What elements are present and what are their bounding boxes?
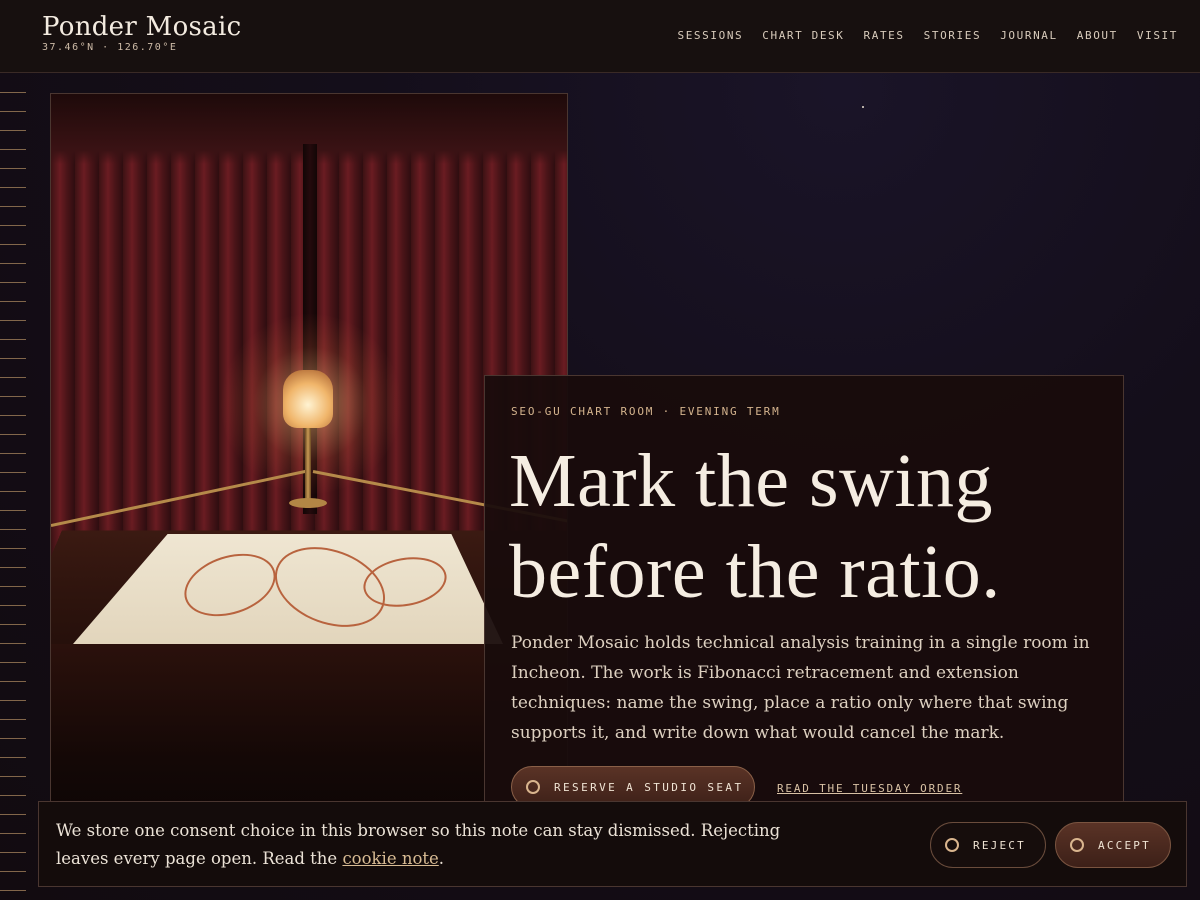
ruler-tick xyxy=(0,567,26,568)
brand-coordinates: 37.46°N · 126.70°E xyxy=(42,42,178,53)
ruler-tick xyxy=(0,358,26,359)
ruler-tick xyxy=(0,738,26,739)
ruler-tick xyxy=(0,757,26,758)
lamp-shade xyxy=(283,370,333,428)
ruler-tick xyxy=(0,814,26,815)
ruler-tick xyxy=(0,662,26,663)
ruler-tick xyxy=(0,320,26,321)
ring-icon xyxy=(945,838,959,852)
ruler-tick xyxy=(0,586,26,587)
ruler-tick xyxy=(0,111,26,112)
ruler-tick xyxy=(0,776,26,777)
accept-label: ACCEPT xyxy=(1098,838,1151,852)
ruler-tick xyxy=(0,472,26,473)
nav-rates[interactable]: RATES xyxy=(864,29,905,42)
brass-rail-left xyxy=(51,469,308,527)
ruler-tick xyxy=(0,795,26,796)
lamp-stem xyxy=(305,428,311,508)
consent-period: . xyxy=(438,849,445,868)
cookie-consent-banner: We store one consent choice in this brow… xyxy=(38,801,1187,887)
ruler-tick xyxy=(0,377,26,378)
ruler-tick xyxy=(0,168,26,169)
ring-icon xyxy=(526,780,540,794)
nav-journal[interactable]: JOURNAL xyxy=(1000,29,1058,42)
ruler-tick xyxy=(0,92,26,93)
ruler-tick xyxy=(0,149,26,150)
tuesday-order-link[interactable]: READ THE TUESDAY ORDER xyxy=(777,782,962,795)
site-header: Ponder Mosaic 37.46°N · 126.70°E SESSION… xyxy=(0,0,1200,73)
nav-stories[interactable]: STORIES xyxy=(924,29,982,42)
ruler-tick xyxy=(0,833,26,834)
ruler-tick xyxy=(0,491,26,492)
main-nav: SESSIONS CHART DESK RATES STORIES JOURNA… xyxy=(677,29,1178,42)
reject-button[interactable]: REJECT xyxy=(930,822,1046,868)
nav-about[interactable]: ABOUT xyxy=(1077,29,1118,42)
ruler-tick xyxy=(0,852,26,853)
ruler-tick xyxy=(0,890,26,891)
nav-chart-desk[interactable]: CHART DESK xyxy=(762,29,844,42)
ruler-tick xyxy=(0,263,26,264)
ruler-tick xyxy=(0,244,26,245)
ruler-tick xyxy=(0,453,26,454)
cookie-note-link[interactable]: cookie note xyxy=(342,849,438,868)
nav-sessions[interactable]: SESSIONS xyxy=(677,29,743,42)
star-dot xyxy=(862,106,864,108)
ruler-tick xyxy=(0,681,26,682)
ruler-tick xyxy=(0,529,26,530)
ring-icon xyxy=(1070,838,1084,852)
reserve-seat-label: RESERVE A STUDIO SEAT xyxy=(554,780,744,794)
accept-button[interactable]: ACCEPT xyxy=(1055,822,1171,868)
hero-headline: Mark the swing before the ratio. xyxy=(509,439,1001,614)
ruler-tick xyxy=(0,700,26,701)
ruler-tick xyxy=(0,434,26,435)
ruler-tick xyxy=(0,187,26,188)
ruler-tick xyxy=(0,225,26,226)
brand[interactable]: Ponder Mosaic 37.46°N · 126.70°E xyxy=(42,12,241,53)
ruler-tick xyxy=(0,871,26,872)
ruler-tick xyxy=(0,130,26,131)
consent-text: We store one consent choice in this brow… xyxy=(56,817,816,873)
lamp-base xyxy=(289,498,327,508)
ruler-tick xyxy=(0,548,26,549)
ruler-tick xyxy=(0,282,26,283)
ruler-tick xyxy=(0,206,26,207)
hero-card: SEO-GU CHART ROOM · EVENING TERM Mark th… xyxy=(484,375,1124,845)
nav-visit[interactable]: VISIT xyxy=(1137,29,1178,42)
ruler-tick xyxy=(0,643,26,644)
ruler-tick xyxy=(0,415,26,416)
swirl-mark xyxy=(176,542,284,628)
side-ruler xyxy=(0,92,26,900)
ruler-tick xyxy=(0,301,26,302)
ruler-tick xyxy=(0,396,26,397)
ruler-tick xyxy=(0,719,26,720)
brand-name[interactable]: Ponder Mosaic xyxy=(42,12,241,42)
ruler-tick xyxy=(0,624,26,625)
reject-label: REJECT xyxy=(973,838,1026,852)
ruler-tick xyxy=(0,339,26,340)
ruler-tick xyxy=(0,605,26,606)
hero-eyebrow: SEO-GU CHART ROOM · EVENING TERM xyxy=(511,405,781,418)
hero-lede: Ponder Mosaic holds technical analysis t… xyxy=(511,633,1090,743)
ruler-tick xyxy=(0,510,26,511)
